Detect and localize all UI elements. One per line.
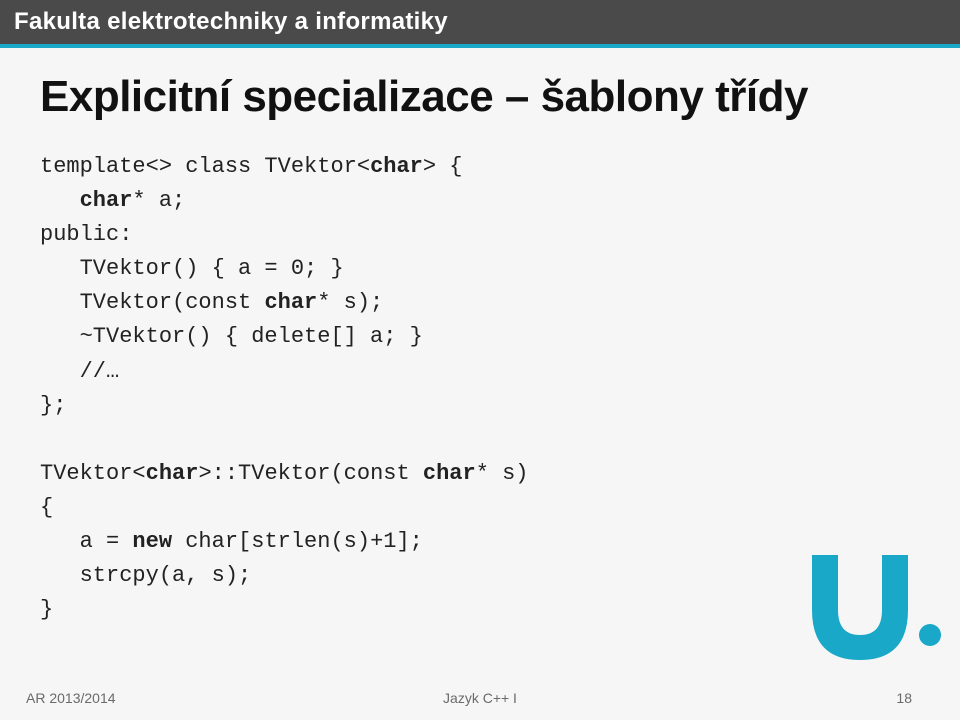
code-text: TVektor(const <box>40 290 264 315</box>
code-keyword: char <box>80 188 133 213</box>
content-area: Explicitní specializace – šablony třídy … <box>0 70 960 660</box>
code-text: * s); <box>317 290 383 315</box>
code-line: } <box>40 597 53 622</box>
footer: AR 2013/2014 Jazyk C++ I 18 <box>0 678 960 720</box>
code-line: TVektor() { a = 0; } <box>40 256 344 281</box>
code-keyword: char <box>146 461 199 486</box>
code-text: template<> class TVektor< <box>40 154 370 179</box>
footer-page-number: 18 <box>896 690 912 706</box>
code-keyword: new <box>132 529 172 554</box>
header-title: Fakulta elektrotechniky a informatiky <box>0 0 960 36</box>
code-text: > { <box>423 154 463 179</box>
code-keyword: char <box>264 290 317 315</box>
code-line: TVektor(const char* s); <box>40 290 383 315</box>
code-text: TVektor< <box>40 461 146 486</box>
code-keyword: char <box>423 461 476 486</box>
code-text: >::TVektor(const <box>198 461 422 486</box>
code-line: //… <box>40 359 119 384</box>
code-text: a = <box>40 529 132 554</box>
code-line: ~TVektor() { delete[] a; } <box>40 324 423 349</box>
footer-center: Jazyk C++ I <box>0 690 960 706</box>
header-bar: Fakulta elektrotechniky a informatiky <box>0 0 960 44</box>
code-text <box>40 188 80 213</box>
code-text: * s) <box>476 461 529 486</box>
code-text: * a; <box>132 188 185 213</box>
code-line: a = new char[strlen(s)+1]; <box>40 529 423 554</box>
code-line: TVektor<char>::TVektor(const char* s) <box>40 461 529 486</box>
code-text: char[strlen(s)+1]; <box>172 529 423 554</box>
code-line: public: <box>40 222 132 247</box>
code-line: template<> class TVektor<char> { <box>40 154 462 179</box>
code-line: strcpy(a, s); <box>40 563 251 588</box>
code-line: char* a; <box>40 188 185 213</box>
code-block: template<> class TVektor<char> { char* a… <box>40 150 920 627</box>
accent-bar <box>0 44 960 48</box>
code-line: { <box>40 495 53 520</box>
code-line: }; <box>40 393 66 418</box>
code-keyword: char <box>370 154 423 179</box>
slide-title: Explicitní specializace – šablony třídy <box>40 70 920 122</box>
slide: Fakulta elektrotechniky a informatiky Ex… <box>0 0 960 720</box>
